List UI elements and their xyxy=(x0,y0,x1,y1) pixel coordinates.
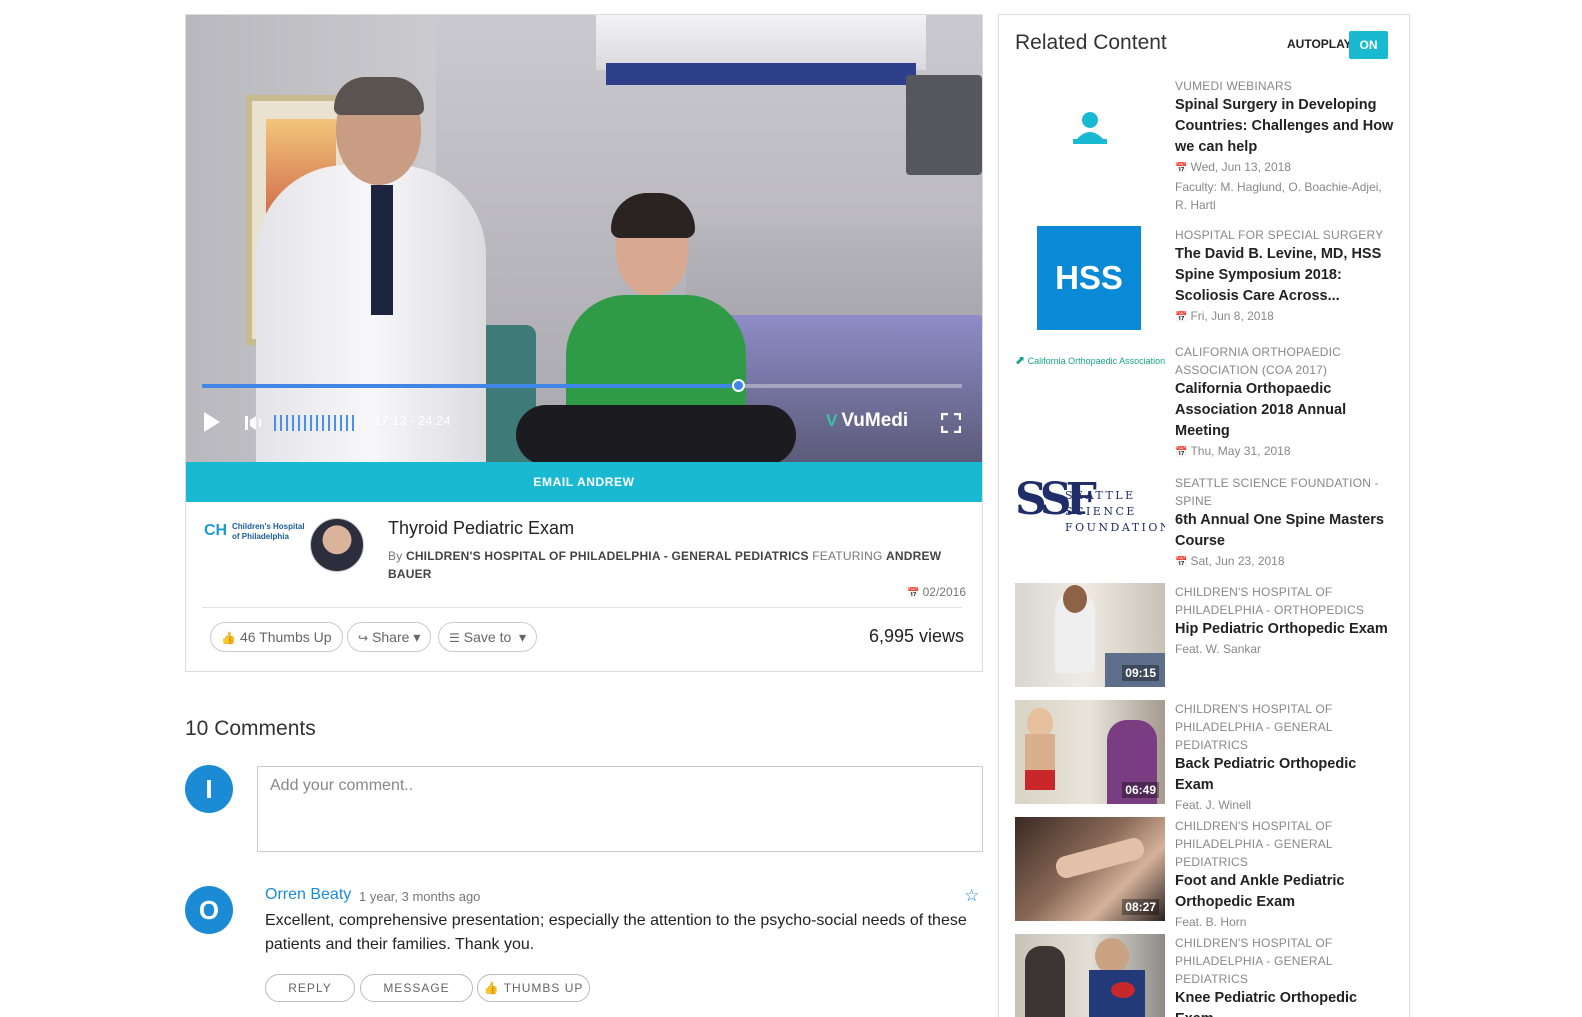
video-frame-light xyxy=(596,15,926,70)
related-faculty: Faculty: M. Haglund, O. Boachie-Adjei, R… xyxy=(1175,180,1382,212)
calendar-icon: 📅 xyxy=(907,588,920,599)
reply-button[interactable]: REPLY xyxy=(265,974,355,1002)
related-source: HOSPITAL FOR SPECIAL SURGERY xyxy=(1175,228,1384,242)
comment-avatar[interactable]: O xyxy=(185,886,233,934)
share-icon: ↪ xyxy=(358,631,369,645)
comment-text: Excellent, comprehensive presentation; e… xyxy=(265,912,967,953)
video-frame-doctor-tie xyxy=(371,185,393,315)
related-thumbnail[interactable] xyxy=(1015,77,1165,181)
related-title-link[interactable]: The David B. Levine, MD, HSS Spine Sympo… xyxy=(1175,244,1395,307)
vumedi-logo: V VuMedi xyxy=(826,410,909,431)
fullscreen-icon[interactable] xyxy=(941,413,961,433)
comment-input[interactable]: Add your comment.. xyxy=(257,766,983,852)
video-date: 📅 02/2016 xyxy=(907,585,966,599)
email-presenter-button[interactable]: EMAIL ANDREW xyxy=(186,462,982,502)
related-date: 📅 Thu, May 31, 2018 xyxy=(1175,444,1291,458)
playback-time: 17:13 - 24:24 xyxy=(374,413,451,428)
progress-bar[interactable] xyxy=(202,379,962,392)
caret-down-icon: ▾ xyxy=(413,629,421,645)
video-player[interactable]: 17:13 - 24:24 V VuMedi xyxy=(186,15,982,463)
video-frame-monitor xyxy=(906,75,982,175)
hss-logo: HSS xyxy=(1037,226,1141,330)
thumbs-up-icon: 👍 xyxy=(483,981,500,995)
divider xyxy=(202,607,962,608)
caret-down-icon: ▾ xyxy=(519,629,527,645)
thumbs-up-icon: 👍 xyxy=(221,631,236,645)
presenter-avatar[interactable] xyxy=(310,518,364,572)
video-title: Thyroid Pediatric Exam xyxy=(388,518,575,538)
related-source: VUMEDI WEBINARS xyxy=(1175,79,1293,93)
chop-mark-icon: CH xyxy=(204,522,228,539)
related-thumbnail[interactable]: 06:49 xyxy=(1015,700,1165,804)
related-featuring: Feat. W. Sankar xyxy=(1175,642,1262,656)
message-button[interactable]: MESSAGE xyxy=(360,974,473,1002)
video-duration: 06:49 xyxy=(1122,782,1159,798)
related-source: CHILDREN'S HOSPITAL OF PHILADELPHIA - OR… xyxy=(1175,585,1365,617)
related-title-link[interactable]: 6th Annual One Spine Masters Course xyxy=(1175,510,1395,552)
related-title-link[interactable]: Knee Pediatric Orthopedic Exam xyxy=(1175,988,1395,1017)
progress-handle[interactable] xyxy=(731,379,745,392)
related-source: CHILDREN'S HOSPITAL OF PHILADELPHIA - GE… xyxy=(1175,819,1333,869)
autoplay-label: AUTOPLAY xyxy=(1287,37,1352,51)
related-source: CHILDREN'S HOSPITAL OF PHILADELPHIA - GE… xyxy=(1175,936,1333,986)
video-frame-patient-hair xyxy=(611,193,695,238)
related-title-link[interactable]: Spinal Surgery in Developing Countries: … xyxy=(1175,95,1395,158)
related-title-link[interactable]: California Orthopaedic Association 2018 … xyxy=(1175,379,1395,442)
list-icon: ☰ xyxy=(449,631,460,645)
related-title: Related Content xyxy=(1015,31,1167,54)
related-featuring: Feat. B. Horn xyxy=(1175,915,1247,929)
coa-logo: ⬈ California Orthopaedic Association xyxy=(1015,353,1165,367)
calendar-icon: 📅 xyxy=(1175,163,1188,174)
related-thumbnail[interactable]: HSS xyxy=(1015,226,1165,330)
related-thumbnail[interactable]: SSF SEATTLE SCIENCE FOUNDATION xyxy=(1015,474,1165,578)
related-featuring: Feat. J. Winell xyxy=(1175,798,1252,812)
comment-author[interactable]: Orren Beaty xyxy=(265,886,351,904)
related-source: CALIFORNIA ORTHOPAEDIC ASSOCIATION (COA … xyxy=(1175,345,1341,377)
california-icon: ⬈ xyxy=(1015,353,1026,367)
related-source: SEATTLE SCIENCE FOUNDATION - SPINE xyxy=(1175,476,1379,508)
calendar-icon: 📅 xyxy=(1175,312,1188,323)
related-date: 📅 Wed, Jun 13, 2018 xyxy=(1175,160,1291,174)
video-frame-bar xyxy=(606,63,916,85)
related-date: 📅 Fri, Jun 8, 2018 xyxy=(1175,309,1274,323)
save-to-button[interactable]: ☰ Save to ▾ xyxy=(438,622,538,652)
video-card: 17:13 - 24:24 V VuMedi EMAIL ANDREW CH Ch… xyxy=(185,14,983,672)
related-title-link[interactable]: Back Pediatric Orthopedic Exam xyxy=(1175,754,1395,796)
comments-title: 10 Comments xyxy=(185,717,316,740)
video-byline: By CHILDREN'S HOSPITAL OF PHILADELPHIA -… xyxy=(388,549,942,581)
related-title-link[interactable]: Foot and Ankle Pediatric Orthopedic Exam xyxy=(1175,871,1395,913)
share-button[interactable]: ↪ Share ▾ xyxy=(347,622,432,652)
calendar-icon: 📅 xyxy=(1175,447,1188,458)
video-frame-doctor-hair xyxy=(334,77,424,115)
video-info: CH Children's Hospital of Philadelphia Th… xyxy=(186,502,982,672)
ssf-logo-text: SEATTLE SCIENCE FOUNDATION xyxy=(1065,489,1165,534)
related-thumbnail[interactable]: ⬈ California Orthopaedic Association xyxy=(1015,343,1165,447)
thumbs-up-button[interactable]: 👍 46 Thumbs Up xyxy=(210,622,343,652)
webinar-icon xyxy=(1073,112,1107,144)
progress-fill xyxy=(202,384,738,388)
org-logo-text: Children's Hospital of Philadelphia xyxy=(232,522,305,541)
volume-slider[interactable] xyxy=(274,413,364,433)
player-controls: 17:13 - 24:24 V VuMedi xyxy=(186,403,982,443)
video-duration: 08:27 xyxy=(1122,899,1159,915)
star-icon[interactable]: ☆ xyxy=(964,886,979,906)
autoplay-toggle[interactable]: ON xyxy=(1349,31,1388,59)
view-count: 6,995 views xyxy=(868,626,964,646)
related-title-link[interactable]: Hip Pediatric Orthopedic Exam xyxy=(1175,619,1395,640)
related-content-panel: Related Content AUTOPLAY ON VUMEDI WEBIN… xyxy=(998,14,1410,1017)
org-logo[interactable]: CH Children's Hospital of Philadelphia xyxy=(204,520,305,544)
comment-timestamp: 1 year, 3 months ago xyxy=(359,889,481,904)
related-date: 📅 Sat, Jun 23, 2018 xyxy=(1175,554,1285,568)
comment-thumbs-up-button[interactable]: 👍 THUMBS UP xyxy=(477,974,590,1002)
play-icon[interactable] xyxy=(204,412,220,432)
channel-link[interactable]: CHILDREN'S HOSPITAL OF PHILADELPHIA - GE… xyxy=(406,549,809,563)
related-thumbnail[interactable]: 08:27 xyxy=(1015,817,1165,921)
volume-icon[interactable] xyxy=(244,413,266,433)
related-thumbnail[interactable]: 09:15 xyxy=(1015,583,1165,687)
current-user-avatar: I xyxy=(185,765,233,813)
related-source: CHILDREN'S HOSPITAL OF PHILADELPHIA - GE… xyxy=(1175,702,1333,752)
calendar-icon: 📅 xyxy=(1175,557,1188,568)
video-duration: 09:15 xyxy=(1122,665,1159,681)
related-thumbnail[interactable] xyxy=(1015,934,1165,1017)
